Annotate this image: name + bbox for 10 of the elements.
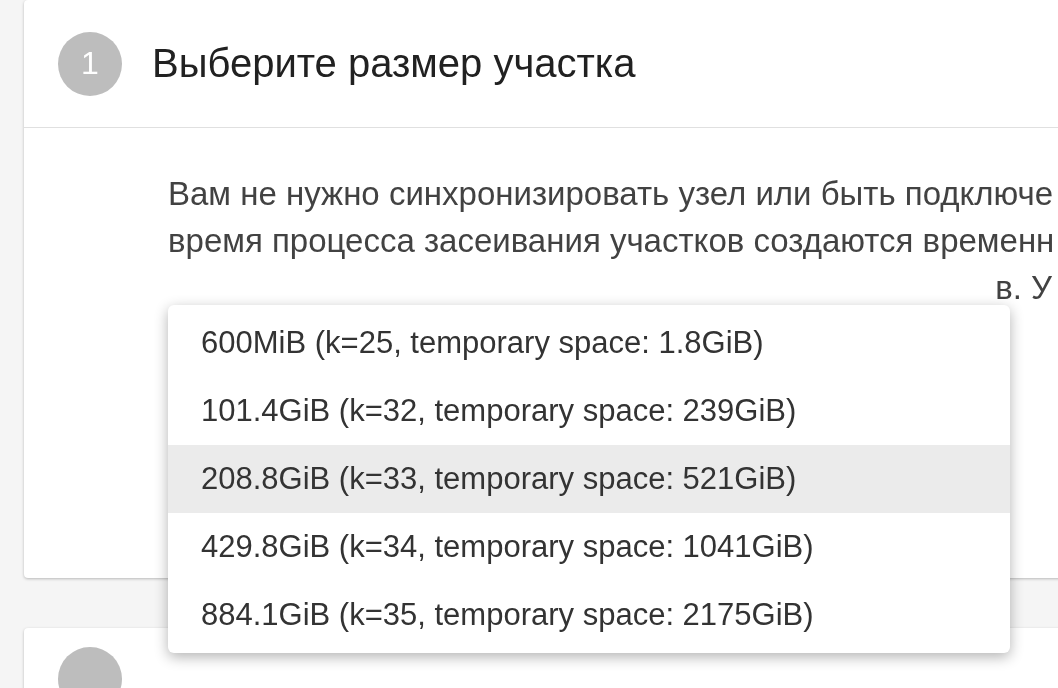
menu-option[interactable]: 429.8GiB (k=34, temporary space: 1041GiB) bbox=[168, 513, 1010, 581]
step-number: 1 bbox=[58, 31, 122, 96]
description-text: время процесса засеивания участков создаются временн bbox=[168, 221, 1055, 261]
menu-option[interactable]: 101.4GiB (k=32, temporary space: 239GiB) bbox=[168, 377, 1010, 445]
step-title: Выберите размер участка bbox=[152, 41, 636, 86]
description-text: Вам не нужно синхронизировать узел или быть подключе bbox=[168, 174, 1054, 214]
description-text: в. У bbox=[995, 268, 1052, 308]
menu-option[interactable]: 884.1GiB (k=35, temporary space: 2175GiB) bbox=[168, 581, 1010, 649]
menu-option[interactable]: 208.8GiB (k=33, temporary space: 521GiB) bbox=[168, 445, 1010, 513]
menu-option[interactable]: 600MiB (k=25, temporary space: 1.8GiB) bbox=[168, 309, 1010, 377]
